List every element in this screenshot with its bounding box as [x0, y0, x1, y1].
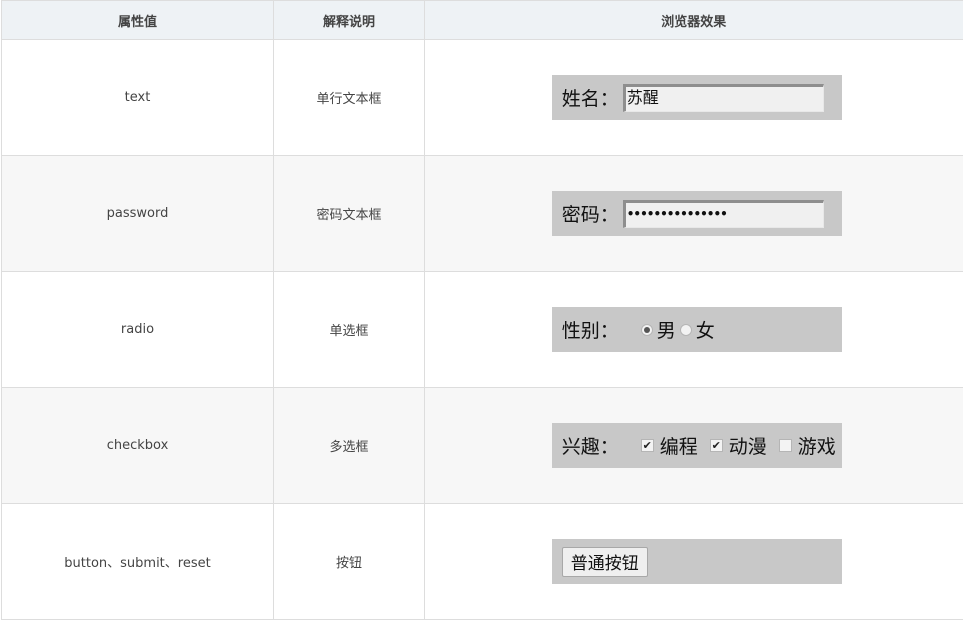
table-header: 属性值 解释说明 浏览器效果 — [1, 0, 963, 40]
demo-form-box: 兴趣： ✔ 编程 ✔ 动漫 游戏 — [551, 423, 842, 468]
demo-form-box: 普通按钮 — [551, 539, 842, 584]
password-label: 密码： — [561, 204, 619, 226]
table-row: text 单行文本框 姓名： 苏醒 — [1, 39, 963, 156]
normal-button[interactable]: 普通按钮 — [561, 546, 648, 577]
checkbox-option-label: 动漫 — [728, 436, 767, 458]
table-row: radio 单选框 性别： 男 女 — [1, 271, 963, 388]
attribute-value-cell: radio — [1, 271, 274, 388]
checkbox-option-anime[interactable]: ✔ 动漫 — [709, 432, 767, 459]
attribute-value-cell: password — [1, 155, 274, 272]
checkbox-checked-icon[interactable]: ✔ — [640, 439, 654, 452]
browser-effect-cell: 密码： ••••••••••••••• — [424, 155, 963, 272]
demo-form-box: 性别： 男 女 — [551, 307, 842, 352]
checkbox-option-games[interactable]: 游戏 — [778, 432, 836, 459]
attribute-value-cell: button、submit、reset — [1, 503, 274, 620]
name-label: 姓名： — [561, 88, 619, 110]
header-attribute-value: 属性值 — [1, 0, 274, 40]
password-input[interactable]: ••••••••••••••• — [622, 199, 824, 228]
description-cell: 单选框 — [273, 271, 425, 388]
checkbox-unchecked-icon[interactable] — [778, 439, 792, 452]
table-row: password 密码文本框 密码： ••••••••••••••• — [1, 155, 963, 272]
description-cell: 密码文本框 — [273, 155, 425, 272]
checkbox-option-label: 游戏 — [797, 436, 836, 458]
browser-effect-cell: 性别： 男 女 — [424, 271, 963, 388]
attribute-value-cell: checkbox — [1, 387, 274, 504]
demo-form-box: 姓名： 苏醒 — [551, 75, 842, 120]
description-cell: 单行文本框 — [273, 39, 425, 156]
header-browser-effect: 浏览器效果 — [424, 0, 963, 40]
radio-option-male[interactable]: 男 — [640, 316, 676, 343]
hobby-label: 兴趣： — [561, 436, 619, 458]
checkbox-checked-icon[interactable]: ✔ — [709, 439, 723, 452]
description-cell: 按钮 — [273, 503, 425, 620]
header-description: 解释说明 — [273, 0, 425, 40]
attribute-value-cell: text — [1, 39, 274, 156]
attribute-table-container: 属性值 解释说明 浏览器效果 text 单行文本框 姓名： 苏醒 passwor… — [0, 0, 963, 624]
browser-effect-cell: 姓名： 苏醒 — [424, 39, 963, 156]
radio-button-unchecked[interactable] — [679, 323, 692, 336]
radio-option-label: 女 — [695, 320, 715, 342]
browser-effect-cell: 兴趣： ✔ 编程 ✔ 动漫 游戏 — [424, 387, 963, 504]
radio-button-checked[interactable] — [640, 323, 653, 336]
radio-option-label: 男 — [656, 320, 676, 342]
checkbox-option-programming[interactable]: ✔ 编程 — [640, 432, 698, 459]
description-cell: 多选框 — [273, 387, 425, 504]
header-row: 属性值 解释说明 浏览器效果 — [1, 0, 963, 40]
input-type-table: 属性值 解释说明 浏览器效果 text 单行文本框 姓名： 苏醒 passwor… — [1, 0, 963, 620]
browser-effect-cell: 普通按钮 — [424, 503, 963, 620]
table-row: checkbox 多选框 兴趣： ✔ 编程 ✔ 动漫 游戏 — [1, 387, 963, 504]
demo-form-box: 密码： ••••••••••••••• — [551, 191, 842, 236]
checkbox-option-label: 编程 — [659, 436, 698, 458]
gender-label: 性别： — [561, 320, 619, 342]
name-text-input[interactable]: 苏醒 — [622, 83, 824, 112]
radio-option-female[interactable]: 女 — [679, 316, 715, 343]
table-row: button、submit、reset 按钮 普通按钮 — [1, 503, 963, 620]
